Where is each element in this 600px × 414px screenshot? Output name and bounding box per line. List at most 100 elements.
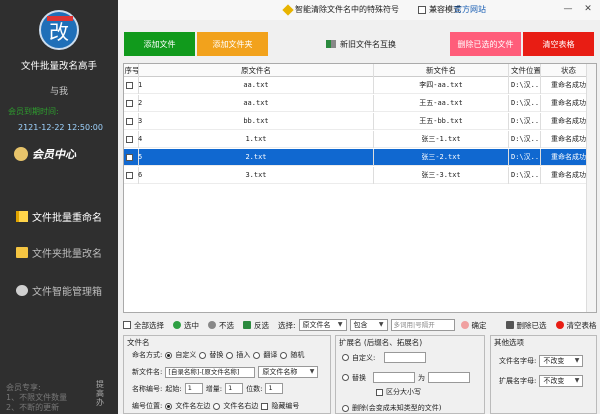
ext-delete-row: 删除(会变成未知类型的文件): [342, 403, 441, 413]
table-row[interactable]: 2 aa.txt 王五-aa.txt D:\汉... 重命名成功: [124, 95, 596, 112]
ext-case-select[interactable]: 不改变 ▼: [539, 375, 584, 387]
chevron-down-icon: ▼: [574, 357, 580, 364]
row-new-name: 张三-2.txt: [374, 149, 509, 166]
naming-row: 命名方式: 自定义 替换 插入 翻译 随机: [132, 351, 305, 359]
ext-replace-to-input[interactable]: [428, 372, 470, 383]
digits-input[interactable]: 1: [265, 383, 284, 394]
member-center-label: 会员中心: [32, 148, 76, 161]
close-button[interactable]: ✕: [582, 3, 594, 15]
header-orig[interactable]: 原文件名: [139, 64, 374, 77]
row-location: D:\汉...: [509, 113, 541, 130]
field-select[interactable]: 原文件名 ▼: [298, 319, 347, 331]
row-new-name: 王五-aa.txt: [374, 95, 509, 112]
swap-names-button[interactable]: 新旧文件名互换: [321, 32, 401, 56]
naming-radio-insert[interactable]: [226, 351, 234, 359]
naming-radio-translate[interactable]: [253, 351, 261, 359]
confirm-icon: [460, 321, 469, 329]
ext-custom-input[interactable]: [384, 352, 427, 363]
logo-ribbon: [47, 16, 73, 21]
table-row[interactable]: 6 3.txt 张三-3.txt D:\汉... 重命名成功: [124, 167, 596, 184]
clear-special-chars-button[interactable]: 智能清除文件名中的特殊符号: [282, 3, 399, 16]
official-site-link[interactable]: 官方网站: [454, 4, 486, 15]
minimize-button[interactable]: —: [562, 3, 574, 15]
position-radio-right[interactable]: [213, 402, 221, 410]
row-select-cell[interactable]: 5: [124, 149, 142, 166]
row-seq: 2: [138, 99, 143, 107]
naming-radio-custom[interactable]: [165, 351, 173, 359]
nav-item-label: 文件夹批量改名: [32, 248, 102, 260]
user-link[interactable]: 与我: [0, 84, 118, 97]
filename-case-select[interactable]: 不改变 ▼: [539, 355, 584, 367]
folder-icon: [16, 246, 28, 258]
new-name-select[interactable]: 原文件名称 ▼: [258, 366, 319, 378]
chevron-down-icon: ▼: [309, 368, 315, 375]
add-folder-button[interactable]: 添加文件夹: [197, 32, 268, 56]
row-select-cell[interactable]: 6: [124, 167, 143, 184]
extension-panel: 扩展名 (后缀名、拓展名) 自定义: 替换 为 区分大小写 删除(会变成未知类型…: [335, 335, 485, 414]
delete-selected-button[interactable]: 删除已选的文件: [450, 32, 521, 56]
row-location: D:\汉...: [509, 95, 541, 112]
row-select-cell[interactable]: 1: [124, 77, 142, 94]
select-button[interactable]: 选中: [173, 320, 199, 331]
start-input[interactable]: 1: [184, 383, 203, 394]
ext-radio-custom[interactable]: [342, 354, 349, 361]
ext-case-checkbox[interactable]: [376, 388, 383, 396]
confirm-button[interactable]: 确定: [460, 320, 487, 331]
select-all-checkbox[interactable]: 全部选择: [123, 320, 164, 331]
invert-icon: [243, 321, 251, 329]
table-row[interactable]: 5 2.txt 张三-2.txt D:\汉... 重命名成功: [124, 149, 596, 166]
row-select-cell[interactable]: 2: [124, 95, 143, 112]
row-checkbox[interactable]: [126, 118, 133, 125]
invert-button[interactable]: 反选: [243, 320, 269, 331]
header-new[interactable]: 新文件名: [374, 64, 509, 77]
nav-item-smart-manager[interactable]: 文件智能管理箱: [0, 278, 118, 302]
sidebar: 改 文件批量改名高手 与我 会员到期时间: 2121-12-22 12:50:0…: [0, 0, 118, 414]
add-file-button[interactable]: 添加文件: [124, 32, 195, 56]
row-checkbox[interactable]: [126, 100, 133, 107]
file-table: 序号 原文件名 新文件名 文件位置 状态 1 aa.txt 李四-aa.txt D:\…: [123, 63, 597, 313]
filename-panel: 文件名 命名方式: 自定义 替换 插入 翻译 随机 新文件名: [自录名称]-[…: [123, 335, 331, 414]
row-checkbox[interactable]: [126, 154, 133, 161]
search-input[interactable]: 多词用|号隔开: [390, 319, 455, 331]
row-select-cell[interactable]: 4: [124, 131, 142, 148]
hide-number-checkbox[interactable]: [261, 402, 269, 410]
step-input[interactable]: 1: [225, 383, 244, 394]
header-loc[interactable]: 文件位置: [509, 64, 541, 77]
table-scrollbar[interactable]: [586, 64, 596, 312]
expire-time: 2121-12-22 12:50:00: [18, 123, 103, 132]
row-checkbox[interactable]: [126, 136, 133, 143]
naming-radio-random[interactable]: [280, 351, 288, 359]
ext-radio-delete[interactable]: [342, 404, 349, 412]
row-select-cell[interactable]: 3: [124, 113, 142, 130]
swap-icon: [326, 40, 336, 48]
panel-title: 其他选项: [494, 338, 524, 347]
clear-table-small-button[interactable]: 清空表格: [555, 320, 597, 331]
match-select[interactable]: 包含 ▼: [349, 319, 388, 331]
table-row[interactable]: 4 1.txt 张三-1.txt D:\汉... 重命名成功: [124, 131, 596, 148]
deselect-button[interactable]: 不选: [208, 320, 234, 331]
position-radio-left[interactable]: [165, 402, 173, 410]
member-center-button[interactable]: 会员中心: [14, 146, 76, 162]
row-checkbox[interactable]: [126, 172, 133, 179]
row-orig-name: 3.txt: [139, 167, 374, 184]
naming-radio-replace[interactable]: [199, 351, 207, 359]
clear-icon: [555, 321, 564, 329]
ext-radio-replace[interactable]: [342, 374, 349, 381]
nav-item-label: 文件批量重命名: [32, 212, 102, 224]
new-name-input[interactable]: [自录名称]-[原文件名称]: [165, 366, 256, 378]
table-row[interactable]: 1 aa.txt 李四-aa.txt D:\汉... 重命名成功: [124, 77, 596, 94]
row-seq: 6: [138, 171, 143, 179]
other-options-panel: 其他选项 文件名字母: 不改变 ▼ 扩展名字母: 不改变 ▼: [490, 335, 597, 414]
clear-table-button[interactable]: 清空表格: [523, 32, 594, 56]
chevron-down-icon: ▼: [337, 321, 343, 328]
ext-replace-from-input[interactable]: [373, 372, 415, 383]
row-checkbox[interactable]: [126, 82, 133, 89]
nav-item-batch-rename[interactable]: 文件批量重命名: [0, 204, 118, 228]
wand-icon: [282, 3, 294, 16]
nav-item-folder-rename[interactable]: 文件夹批量改名: [0, 240, 118, 264]
table-row[interactable]: 3 bb.txt 王五-bb.txt D:\汉... 重命名成功: [124, 113, 596, 130]
header-seq[interactable]: 序号: [124, 64, 139, 77]
delete-selected-small-button[interactable]: 删除已选: [505, 320, 547, 331]
row-orig-name: bb.txt: [139, 113, 374, 130]
expire-label: 会员到期时间:: [8, 107, 59, 116]
